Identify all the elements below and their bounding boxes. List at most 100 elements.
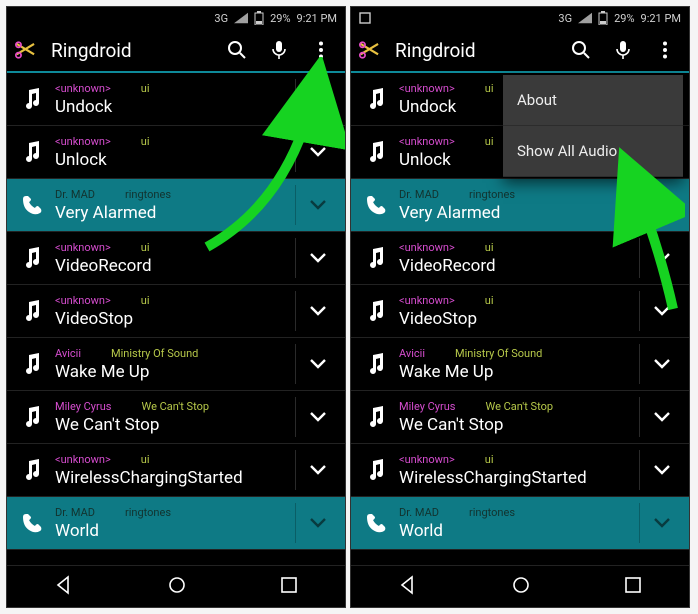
status-bar: 3G 29% 9:21 PM (7, 7, 345, 29)
expand-button[interactable] (639, 450, 683, 490)
title-label: World (399, 521, 639, 541)
nav-back[interactable] (398, 575, 418, 599)
list-item[interactable]: AviciiMinistry Of SoundWake Me Up (7, 338, 345, 391)
more-vert-icon (662, 41, 668, 59)
expand-button[interactable] (295, 238, 339, 278)
mic-button[interactable] (263, 34, 295, 66)
expand-button[interactable] (295, 132, 339, 172)
nav-recent[interactable] (624, 576, 642, 598)
expand-button[interactable] (639, 185, 683, 225)
search-button[interactable] (221, 34, 253, 66)
album-label: Ministry Of Sound (455, 347, 542, 360)
back-icon (54, 575, 74, 595)
list-item[interactable]: <unknown>uiVideoRecord (351, 232, 689, 285)
app-bar: Ringdroid (351, 29, 689, 73)
artist-label: <unknown> (399, 82, 455, 95)
title-label: VideoRecord (399, 256, 639, 276)
nav-back[interactable] (54, 575, 74, 599)
list-item[interactable]: Miley CyrusWe Can't StopWe Can't Stop (351, 391, 689, 444)
nav-bar (7, 565, 345, 607)
row-type-icon (15, 299, 49, 323)
list-item[interactable]: <unknown>uiUnlock (7, 126, 345, 179)
list-item[interactable]: <unknown>uiWirelessChargingStarted (351, 444, 689, 497)
expand-button[interactable] (295, 79, 339, 119)
list-item[interactable]: <unknown>uiVideoStop (351, 285, 689, 338)
title-label: Very Alarmed (399, 203, 639, 223)
expand-button[interactable] (639, 238, 683, 278)
list-item[interactable]: <unknown>uiUndock (7, 73, 345, 126)
menu-about[interactable]: About (503, 75, 683, 126)
search-button[interactable] (565, 34, 597, 66)
expand-button[interactable] (295, 291, 339, 331)
artist-label: Avicii (55, 347, 81, 360)
row-text: Miley CyrusWe Can't StopWe Can't Stop (49, 400, 295, 435)
chevron-down-icon (309, 517, 327, 529)
row-text: Dr. MADringtonesVery Alarmed (393, 188, 639, 223)
music-note-icon (21, 352, 43, 376)
title-label: Wake Me Up (55, 362, 295, 382)
nav-home[interactable] (511, 575, 531, 599)
list-item[interactable]: Dr. MADringtonesVery Alarmed (351, 179, 689, 232)
title-label: Very Alarmed (55, 203, 295, 223)
artist-label: <unknown> (399, 135, 455, 148)
expand-button[interactable] (295, 397, 339, 437)
row-type-icon (359, 140, 393, 164)
expand-button[interactable] (639, 344, 683, 384)
music-note-icon (21, 246, 43, 270)
title-label: World (55, 521, 295, 541)
expand-button[interactable] (295, 503, 339, 543)
expand-button[interactable] (639, 503, 683, 543)
music-note-icon (21, 299, 43, 323)
row-type-icon (15, 512, 49, 534)
list-item[interactable]: <unknown>uiWirelessChargingStarted (7, 444, 345, 497)
title-label: Unlock (55, 150, 295, 170)
chevron-down-icon (653, 358, 671, 370)
album-label: ringtones (469, 188, 515, 201)
row-text: AviciiMinistry Of SoundWake Me Up (49, 347, 295, 382)
chevron-down-icon (653, 305, 671, 317)
row-type-icon (359, 405, 393, 429)
clock-label: 9:21 PM (297, 12, 337, 25)
row-type-icon (15, 87, 49, 111)
nav-recent[interactable] (280, 576, 298, 598)
list-item[interactable]: <unknown>uiVideoRecord (7, 232, 345, 285)
network-label: 3G (558, 12, 572, 25)
chevron-down-icon (309, 305, 327, 317)
row-type-icon (359, 194, 393, 216)
expand-button[interactable] (639, 291, 683, 331)
row-text: <unknown>uiUnlock (49, 135, 295, 170)
search-icon (571, 40, 591, 60)
row-type-icon (15, 194, 49, 216)
overflow-button[interactable] (305, 34, 337, 66)
audio-list[interactable]: <unknown>uiUndock <unknown>uiUnlock Dr. MA… (7, 73, 345, 565)
music-note-icon (365, 140, 387, 164)
nav-home[interactable] (167, 575, 187, 599)
chevron-down-icon (309, 252, 327, 264)
album-label: ringtones (125, 188, 171, 201)
list-item[interactable]: Dr. MADringtonesWorld (7, 497, 345, 550)
recent-icon (624, 576, 642, 594)
title-label: Undock (55, 97, 295, 117)
menu-show-all[interactable]: Show All Audio (503, 126, 683, 177)
expand-button[interactable] (295, 185, 339, 225)
mic-button[interactable] (607, 34, 639, 66)
chevron-down-icon (653, 199, 671, 211)
expand-button[interactable] (639, 397, 683, 437)
recent-icon (280, 576, 298, 594)
status-bar: 3G 29% 9:21 PM (351, 7, 689, 29)
album-label: ringtones (469, 506, 515, 519)
list-item[interactable]: <unknown>uiVideoStop (7, 285, 345, 338)
signal-icon (578, 12, 592, 24)
music-note-icon (365, 87, 387, 111)
expand-button[interactable] (295, 344, 339, 384)
list-item[interactable]: AviciiMinistry Of SoundWake Me Up (351, 338, 689, 391)
phone-icon (365, 512, 387, 534)
list-item[interactable]: Miley CyrusWe Can't StopWe Can't Stop (7, 391, 345, 444)
expand-button[interactable] (295, 450, 339, 490)
list-item[interactable]: Dr. MADringtonesWorld (351, 497, 689, 550)
list-item[interactable]: Dr. MADringtonesVery Alarmed (7, 179, 345, 232)
overflow-button[interactable] (649, 34, 681, 66)
music-note-icon (365, 299, 387, 323)
artist-label: Avicii (399, 347, 425, 360)
artist-label: Miley Cyrus (399, 400, 455, 413)
